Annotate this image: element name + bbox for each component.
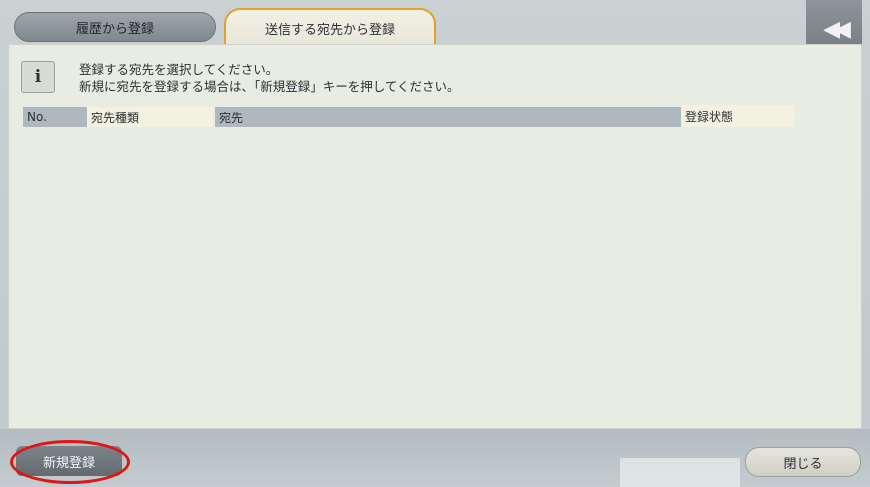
main-panel: i 登録する宛先を選択してください。 新規に宛先を登録する場合は、「新規登録」キ… [8,44,862,429]
tab-history[interactable]: 履歴から登録 [14,12,216,42]
tab-send-destination[interactable]: 送信する宛先から登録 [224,8,436,46]
screen-glare [620,458,740,487]
new-register-label: 新規登録 [42,455,95,471]
info-icon: i [21,61,55,93]
tab-history-label: 履歴から登録 [75,21,154,37]
column-header-no: No. [23,107,87,127]
tab-send-destination-label: 送信する宛先から登録 [264,22,395,38]
new-register-button[interactable]: 新規登録 [16,446,122,476]
instruction-line-2: 新規に宛先を登録する場合は、「新規登録」キーを押してください。 [79,79,460,94]
rewind-icon: ◀◀ [823,16,851,42]
column-header-registration-status: 登録状態 [681,105,795,127]
column-header-destination-type: 宛先種類 [87,107,213,127]
screen: 履歴から登録 送信する宛先から登録 ◀◀ i 登録する宛先を選択してください。 … [0,0,870,487]
close-button[interactable]: 閉じる [745,447,861,477]
column-header-destination: 宛先 [215,107,681,127]
close-label: 閉じる [783,456,823,472]
